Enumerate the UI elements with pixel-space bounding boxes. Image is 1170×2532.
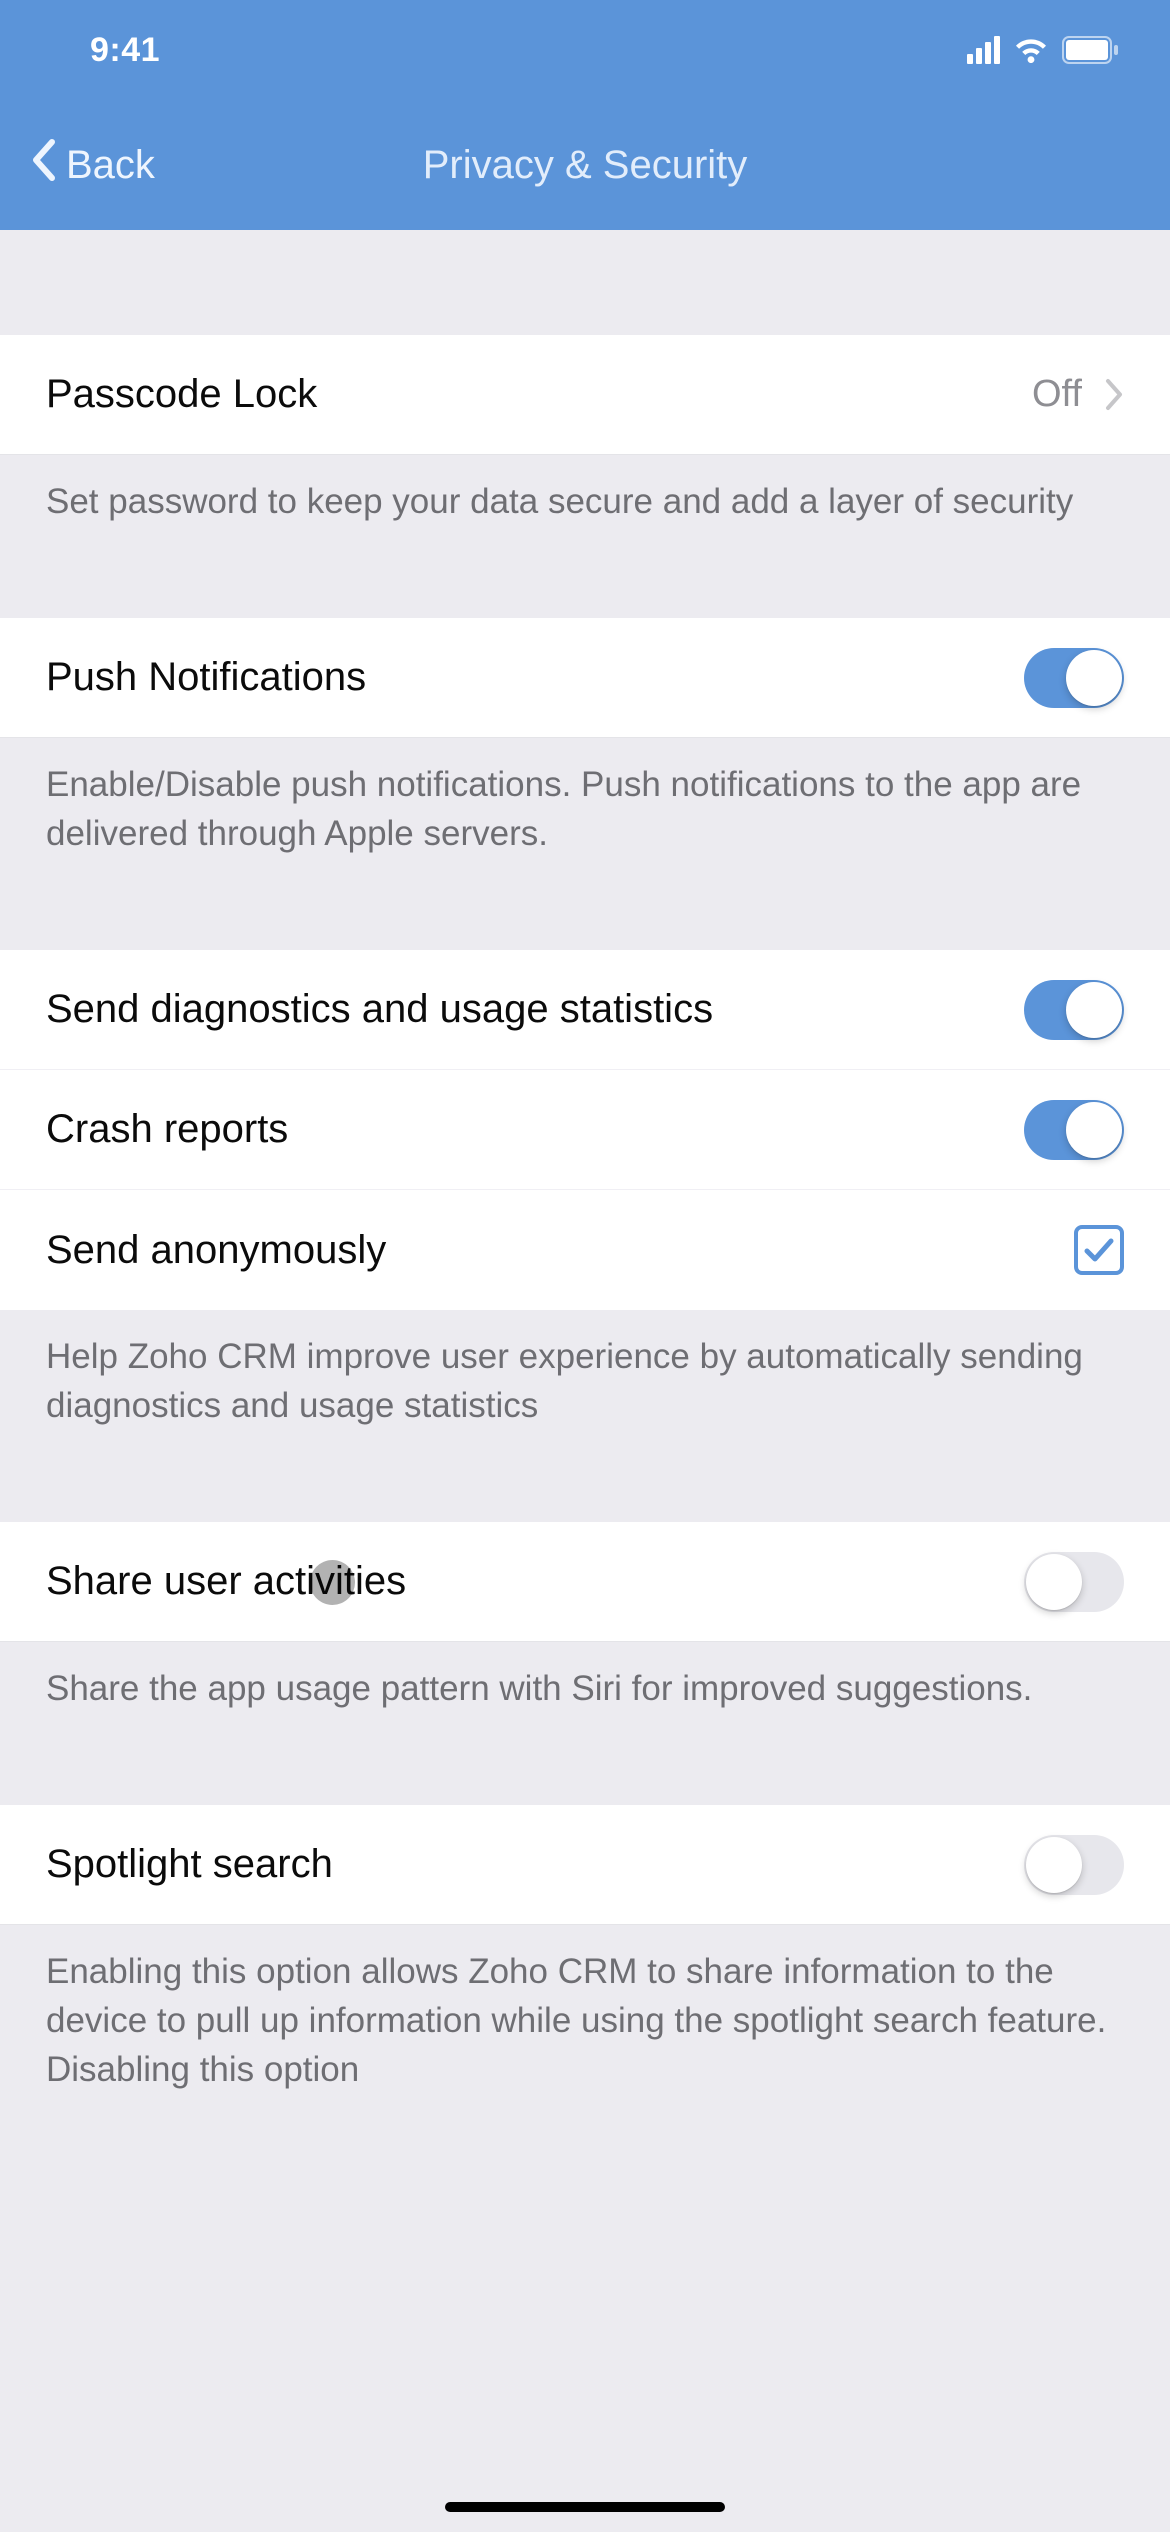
send-anonymously-checkbox[interactable]: [1074, 1225, 1124, 1275]
home-indicator[interactable]: [445, 2502, 725, 2512]
send-diagnostics-toggle[interactable]: [1024, 980, 1124, 1040]
passcode-lock-value: Off: [1032, 373, 1082, 416]
status-bar: 9:41: [0, 0, 1170, 100]
spotlight-search-footer: Enabling this option allows Zoho CRM to …: [0, 1925, 1170, 2116]
crash-reports-toggle[interactable]: [1024, 1100, 1124, 1160]
page-title: Privacy & Security: [423, 143, 748, 188]
crash-reports-row: Crash reports: [0, 1070, 1170, 1190]
push-notifications-label: Push Notifications: [46, 655, 366, 700]
passcode-footer: Set password to keep your data secure an…: [0, 455, 1170, 548]
send-anonymously-label: Send anonymously: [46, 1228, 386, 1273]
push-notifications-footer: Enable/Disable push notifications. Push …: [0, 738, 1170, 880]
cellular-icon: [967, 36, 1000, 64]
push-notifications-toggle[interactable]: [1024, 648, 1124, 708]
navigation-bar: Back Privacy & Security: [0, 100, 1170, 230]
spotlight-search-row: Spotlight search: [0, 1805, 1170, 1925]
passcode-lock-label: Passcode Lock: [46, 372, 317, 417]
send-anonymously-row: Send anonymously: [0, 1190, 1170, 1310]
back-button[interactable]: Back: [30, 138, 155, 192]
spotlight-search-toggle[interactable]: [1024, 1835, 1124, 1895]
share-activities-footer: Share the app usage pattern with Siri fo…: [0, 1642, 1170, 1735]
share-activities-toggle[interactable]: [1024, 1552, 1124, 1612]
wifi-icon: [1014, 37, 1048, 63]
share-activities-row: Share user activities: [0, 1522, 1170, 1642]
push-notifications-row: Push Notifications: [0, 618, 1170, 738]
send-diagnostics-label: Send diagnostics and usage statistics: [46, 987, 713, 1032]
passcode-lock-row[interactable]: Passcode Lock Off: [0, 335, 1170, 455]
send-diagnostics-row: Send diagnostics and usage statistics: [0, 950, 1170, 1070]
battery-icon: [1062, 36, 1120, 64]
chevron-left-icon: [30, 138, 56, 192]
section-gap: [0, 230, 1170, 335]
back-label: Back: [66, 143, 155, 188]
status-time: 9:41: [90, 31, 160, 70]
spotlight-search-label: Spotlight search: [46, 1842, 333, 1887]
share-activities-label: Share user activities: [46, 1559, 406, 1604]
status-indicators: [967, 36, 1120, 64]
chevron-right-icon: [1104, 377, 1124, 412]
diagnostics-footer: Help Zoho CRM improve user experience by…: [0, 1310, 1170, 1452]
diagnostics-group: Send diagnostics and usage statistics Cr…: [0, 950, 1170, 1310]
crash-reports-label: Crash reports: [46, 1107, 288, 1152]
